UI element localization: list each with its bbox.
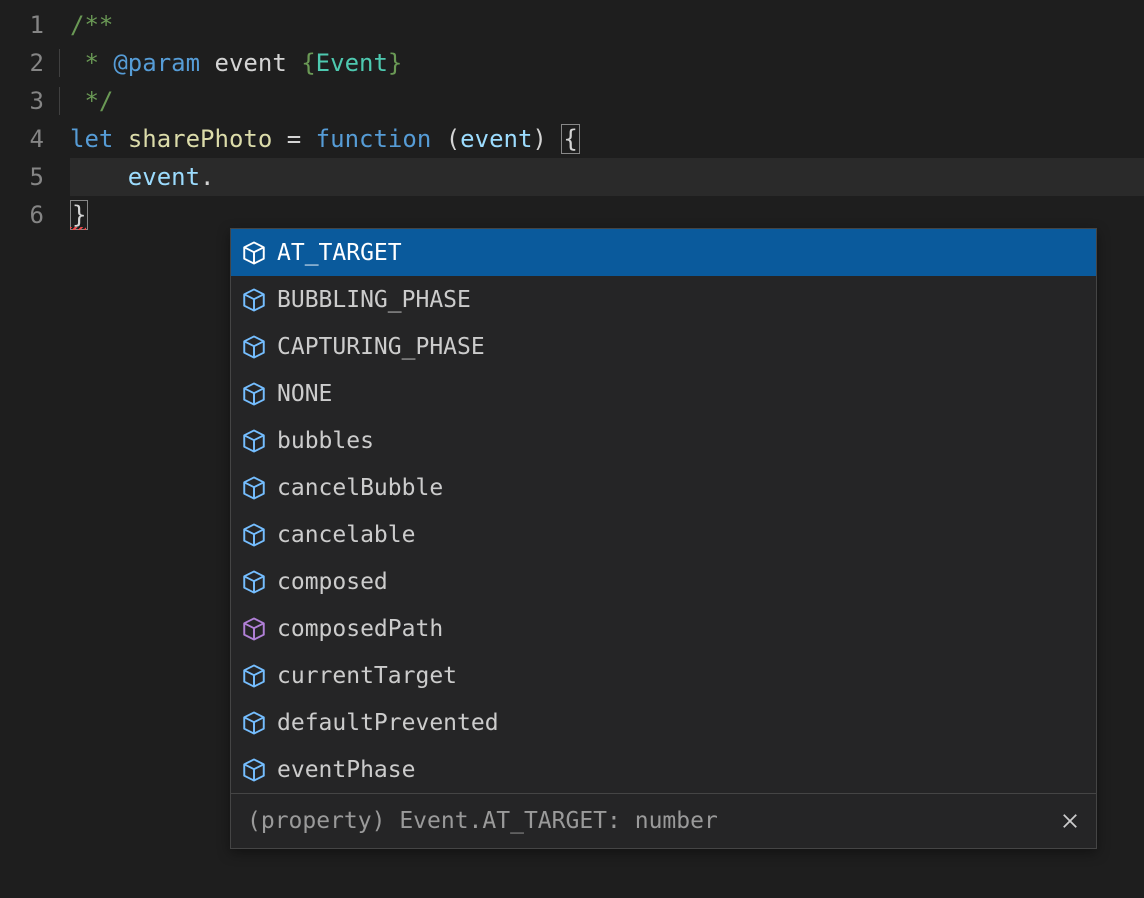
intellisense-popup[interactable]: AT_TARGET BUBBLING_PHASE CAPTURING_PHASE… [230, 228, 1097, 849]
suggestion-item[interactable]: BUBBLING_PHASE [231, 276, 1096, 323]
line-number: 4 [0, 120, 44, 158]
code-line[interactable]: * @param event {Event} [70, 44, 1144, 82]
code-editor[interactable]: 1 2 3 4 5 6 /** * @param event {Event} *… [0, 0, 1144, 234]
suggestion-label: CAPTURING_PHASE [277, 334, 1086, 360]
field-icon [241, 334, 267, 360]
suggestion-item[interactable]: CAPTURING_PHASE [231, 323, 1096, 370]
line-number: 2 [0, 44, 44, 82]
code-line[interactable]: /** [70, 6, 1144, 44]
jsdoc-param-name: event [215, 49, 287, 77]
suggestion-item[interactable]: NONE [231, 370, 1096, 417]
field-icon [241, 287, 267, 313]
jsdoc-type: Event [316, 49, 388, 77]
field-icon [241, 381, 267, 407]
suggestion-label: BUBBLING_PHASE [277, 287, 1086, 313]
suggestion-item[interactable]: cancelable [231, 511, 1096, 558]
suggestion-label: bubbles [277, 428, 1086, 454]
field-icon [241, 240, 267, 266]
suggestion-label: NONE [277, 381, 1086, 407]
suggestion-list[interactable]: AT_TARGET BUBBLING_PHASE CAPTURING_PHASE… [231, 229, 1096, 793]
field-icon [241, 663, 267, 689]
code-line-current[interactable]: event. [70, 158, 1144, 196]
doc-comment-close: */ [70, 87, 113, 115]
suggestion-item[interactable]: defaultPrevented [231, 699, 1096, 746]
suggestion-label: cancelBubble [277, 475, 1086, 501]
suggestion-item[interactable]: cancelBubble [231, 464, 1096, 511]
doc-comment-open: /** [70, 11, 113, 39]
suggestion-label: composed [277, 569, 1086, 595]
suggestion-item[interactable]: eventPhase [231, 746, 1096, 793]
keyword-function: function [316, 125, 432, 153]
brace-close: } [70, 200, 88, 230]
suggestion-label: currentTarget [277, 663, 1086, 689]
suggestion-detail-text: (property) Event.AT_TARGET: number [247, 808, 1060, 834]
param-name: event [460, 125, 532, 153]
field-icon [241, 522, 267, 548]
identifier-variable: event [128, 163, 200, 191]
suggestion-item[interactable]: composedPath [231, 605, 1096, 652]
error-squiggle-icon [70, 227, 86, 230]
line-number: 5 [0, 158, 44, 196]
keyword-let: let [70, 125, 113, 153]
suggestion-label: eventPhase [277, 757, 1086, 783]
jsdoc-tag: @param [113, 49, 200, 77]
suggestion-item[interactable]: currentTarget [231, 652, 1096, 699]
dot-operator: . [200, 163, 214, 191]
line-number: 1 [0, 6, 44, 44]
doc-comment-star: * [70, 49, 113, 77]
field-icon [241, 710, 267, 736]
code-line[interactable]: let sharePhoto = function (event) { [70, 120, 1144, 158]
suggestion-label: cancelable [277, 522, 1086, 548]
suggestion-label: defaultPrevented [277, 710, 1086, 736]
brace-open: { [561, 124, 579, 154]
line-number: 3 [0, 82, 44, 120]
field-icon [241, 757, 267, 783]
field-icon [241, 475, 267, 501]
suggestion-item[interactable]: bubbles [231, 417, 1096, 464]
suggestion-label: AT_TARGET [277, 240, 1086, 266]
code-line[interactable]: */ [70, 82, 1144, 120]
method-icon [241, 616, 267, 642]
field-icon [241, 428, 267, 454]
identifier-function-name: sharePhoto [128, 125, 273, 153]
suggestion-item[interactable]: AT_TARGET [231, 229, 1096, 276]
line-number-gutter: 1 2 3 4 5 6 [0, 6, 70, 234]
suggestion-label: composedPath [277, 616, 1086, 642]
code-area[interactable]: /** * @param event {Event} */ let shareP… [70, 6, 1144, 234]
close-icon[interactable] [1060, 811, 1080, 831]
line-number: 6 [0, 196, 44, 234]
field-icon [241, 569, 267, 595]
suggestion-detail-bar: (property) Event.AT_TARGET: number [231, 793, 1096, 848]
suggestion-item[interactable]: composed [231, 558, 1096, 605]
